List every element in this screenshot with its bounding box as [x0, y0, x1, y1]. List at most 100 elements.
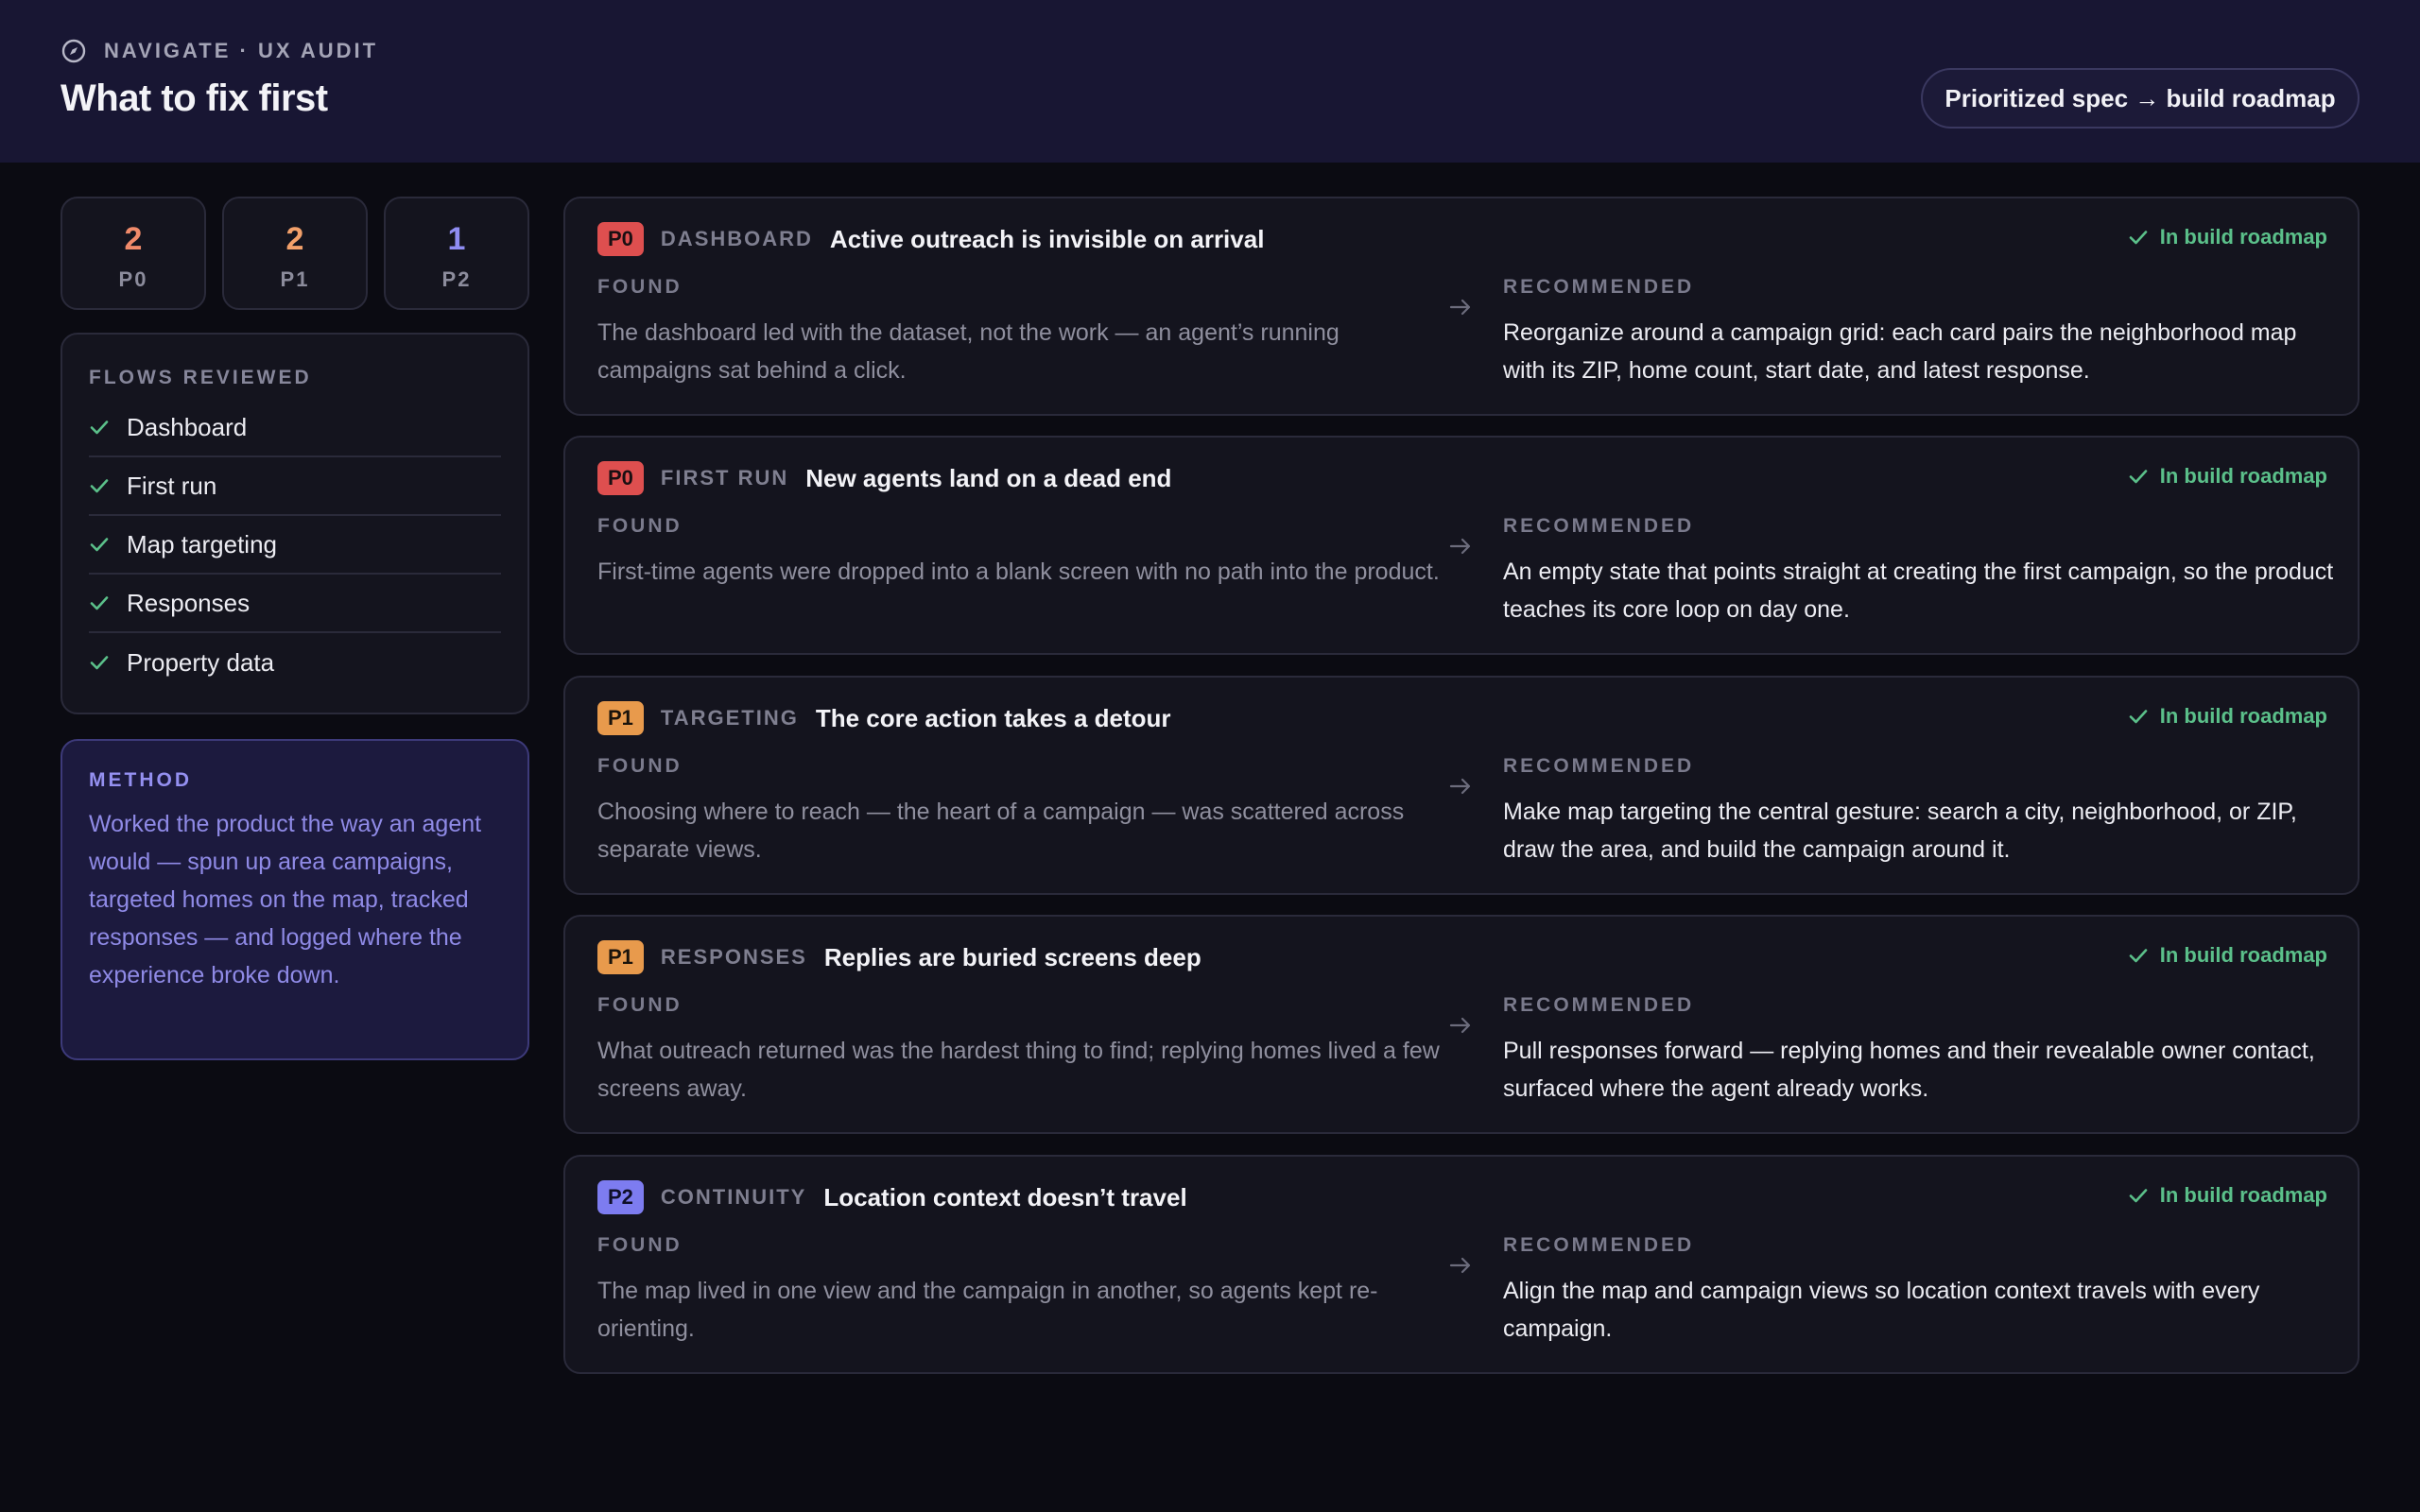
priority-badge: P2 [597, 1180, 644, 1214]
finding-card[interactable]: P1 TARGETING The core action takes a det… [563, 676, 2360, 895]
stat-p1: 2 P1 [222, 197, 368, 310]
recommended-text: Align the map and campaign views so loca… [1503, 1278, 2260, 1342]
arrow-right-icon [1449, 538, 1471, 555]
check-icon [90, 479, 109, 493]
recommended-text: Make map targeting the central gesture: … [1503, 799, 2297, 863]
found-label: FOUND [597, 515, 683, 537]
arrow-right-icon [1449, 778, 1471, 795]
arrow-right-icon [1449, 299, 1471, 316]
recommended-text: Pull responses forward — replying homes … [1503, 1038, 2315, 1102]
flow-item-property-data: Property data [89, 633, 501, 692]
flow-item-map-targeting: Map targeting [89, 516, 501, 575]
finding-category: DASHBOARD [660, 227, 813, 250]
roadmap-status: In build roadmap [2128, 464, 2327, 489]
stat-label: P0 [118, 267, 148, 291]
flow-item-label: Map targeting [127, 529, 277, 558]
page-title: What to fix first [60, 77, 328, 119]
flow-item-label: Property data [127, 647, 275, 677]
arrow-right-icon [1449, 1257, 1471, 1274]
flows-reviewed-panel: FLOWS REVIEWED Dashboard First run Map t… [60, 333, 529, 714]
check-icon [90, 596, 109, 610]
arrow-right-icon [1449, 1017, 1471, 1034]
flow-item-label: Responses [127, 588, 251, 617]
recommended-label: RECOMMENDED [1503, 755, 1695, 777]
roadmap-status: In build roadmap [2128, 1183, 2327, 1208]
page-header: NAVIGATE · UX AUDIT What to fix first Pr… [0, 0, 2420, 163]
finding-title: Active outreach is invisible on arrival [829, 224, 1265, 253]
method-label: METHOD [89, 769, 192, 791]
finding-category: FIRST RUN [660, 466, 789, 490]
check-icon [2129, 231, 2148, 245]
finding-header: P1 RESPONSES Replies are buried screens … [597, 939, 1201, 975]
method-panel: METHOD Worked the product the way an age… [60, 739, 529, 1060]
stat-p2: 1 P2 [384, 197, 529, 310]
roadmap-status-label: In build roadmap [2159, 464, 2327, 488]
finding-title: New agents land on a dead end [805, 463, 1172, 492]
check-icon [2129, 710, 2148, 724]
stat-label: P1 [280, 267, 310, 291]
flow-item-label: First run [127, 471, 217, 500]
stat-count: 1 [447, 221, 466, 257]
roadmap-button[interactable]: Prioritized spec → build roadmap [1921, 68, 2360, 129]
finding-header: P2 CONTINUITY Location context doesn’t t… [597, 1179, 1187, 1215]
recommended-label: RECOMMENDED [1503, 276, 1695, 298]
finding-category: CONTINUITY [660, 1185, 807, 1209]
flows-label: FLOWS REVIEWED [89, 367, 312, 388]
finding-header: P1 TARGETING The core action takes a det… [597, 700, 1171, 736]
priority-badge: P1 [597, 701, 644, 735]
found-label: FOUND [597, 755, 683, 777]
check-icon [2129, 1189, 2148, 1203]
finding-category: RESPONSES [660, 945, 807, 969]
roadmap-status: In build roadmap [2128, 704, 2327, 729]
finding-title: Replies are buried screens deep [823, 942, 1201, 971]
stat-label: P2 [441, 267, 472, 291]
finding-title: Location context doesn’t travel [823, 1182, 1187, 1211]
finding-header: P0 FIRST RUN New agents land on a dead e… [597, 460, 1171, 496]
flow-list: Dashboard First run Map targeting Respon… [89, 399, 501, 692]
stat-count: 2 [285, 221, 304, 257]
finding-title: The core action takes a detour [815, 703, 1171, 732]
found-text: Choosing where to reach — the heart of a… [597, 799, 1405, 863]
roadmap-status: In build roadmap [2128, 943, 2327, 968]
flow-item-responses: Responses [89, 575, 501, 633]
check-icon [90, 656, 109, 670]
found-label: FOUND [597, 276, 683, 298]
finding-card[interactable]: P2 CONTINUITY Location context doesn’t t… [563, 1155, 2360, 1374]
compass-icon [61, 39, 86, 63]
roadmap-status: In build roadmap [2128, 225, 2327, 249]
flow-item-dashboard: Dashboard [89, 399, 501, 457]
found-text: The map lived in one view and the campai… [597, 1278, 1378, 1342]
check-icon [2129, 470, 2148, 484]
recommended-label: RECOMMENDED [1503, 994, 1695, 1016]
found-text: First-time agents were dropped into a bl… [597, 558, 1440, 585]
recommended-label: RECOMMENDED [1503, 515, 1695, 537]
found-label: FOUND [597, 1234, 683, 1256]
roadmap-status-label: In build roadmap [2159, 1183, 2327, 1207]
recommended-text: An empty state that points straight at c… [1503, 558, 2334, 623]
check-icon [90, 538, 109, 552]
finding-header: P0 DASHBOARD Active outreach is invisibl… [597, 221, 1264, 257]
finding-card[interactable]: P0 DASHBOARD Active outreach is invisibl… [563, 197, 2360, 416]
recommended-label: RECOMMENDED [1503, 1234, 1695, 1256]
recommended-text: Reorganize around a campaign grid: each … [1503, 319, 2297, 384]
roadmap-status-label: In build roadmap [2159, 943, 2327, 967]
flow-item-label: Dashboard [127, 412, 248, 441]
found-label: FOUND [597, 994, 683, 1016]
priority-badge: P0 [597, 461, 644, 495]
check-icon [2129, 949, 2148, 963]
priority-badge: P0 [597, 222, 644, 256]
brand-eyebrow: NAVIGATE · UX AUDIT [104, 39, 379, 62]
roadmap-status-label: In build roadmap [2159, 704, 2327, 728]
finding-card[interactable]: P0 FIRST RUN New agents land on a dead e… [563, 436, 2360, 655]
priority-badge: P1 [597, 940, 644, 974]
finding-card[interactable]: P1 RESPONSES Replies are buried screens … [563, 915, 2360, 1134]
roadmap-status-label: In build roadmap [2159, 225, 2327, 249]
flow-item-first-run: First run [89, 457, 501, 516]
stat-count: 2 [124, 221, 143, 257]
method-body: Worked the product the way an agent woul… [89, 811, 482, 988]
check-icon [90, 421, 109, 435]
finding-category: TARGETING [660, 706, 799, 730]
found-text: What outreach returned was the hardest t… [597, 1038, 1440, 1102]
stat-p0: 2 P0 [60, 197, 206, 310]
found-text: The dashboard led with the dataset, not … [597, 319, 1340, 384]
